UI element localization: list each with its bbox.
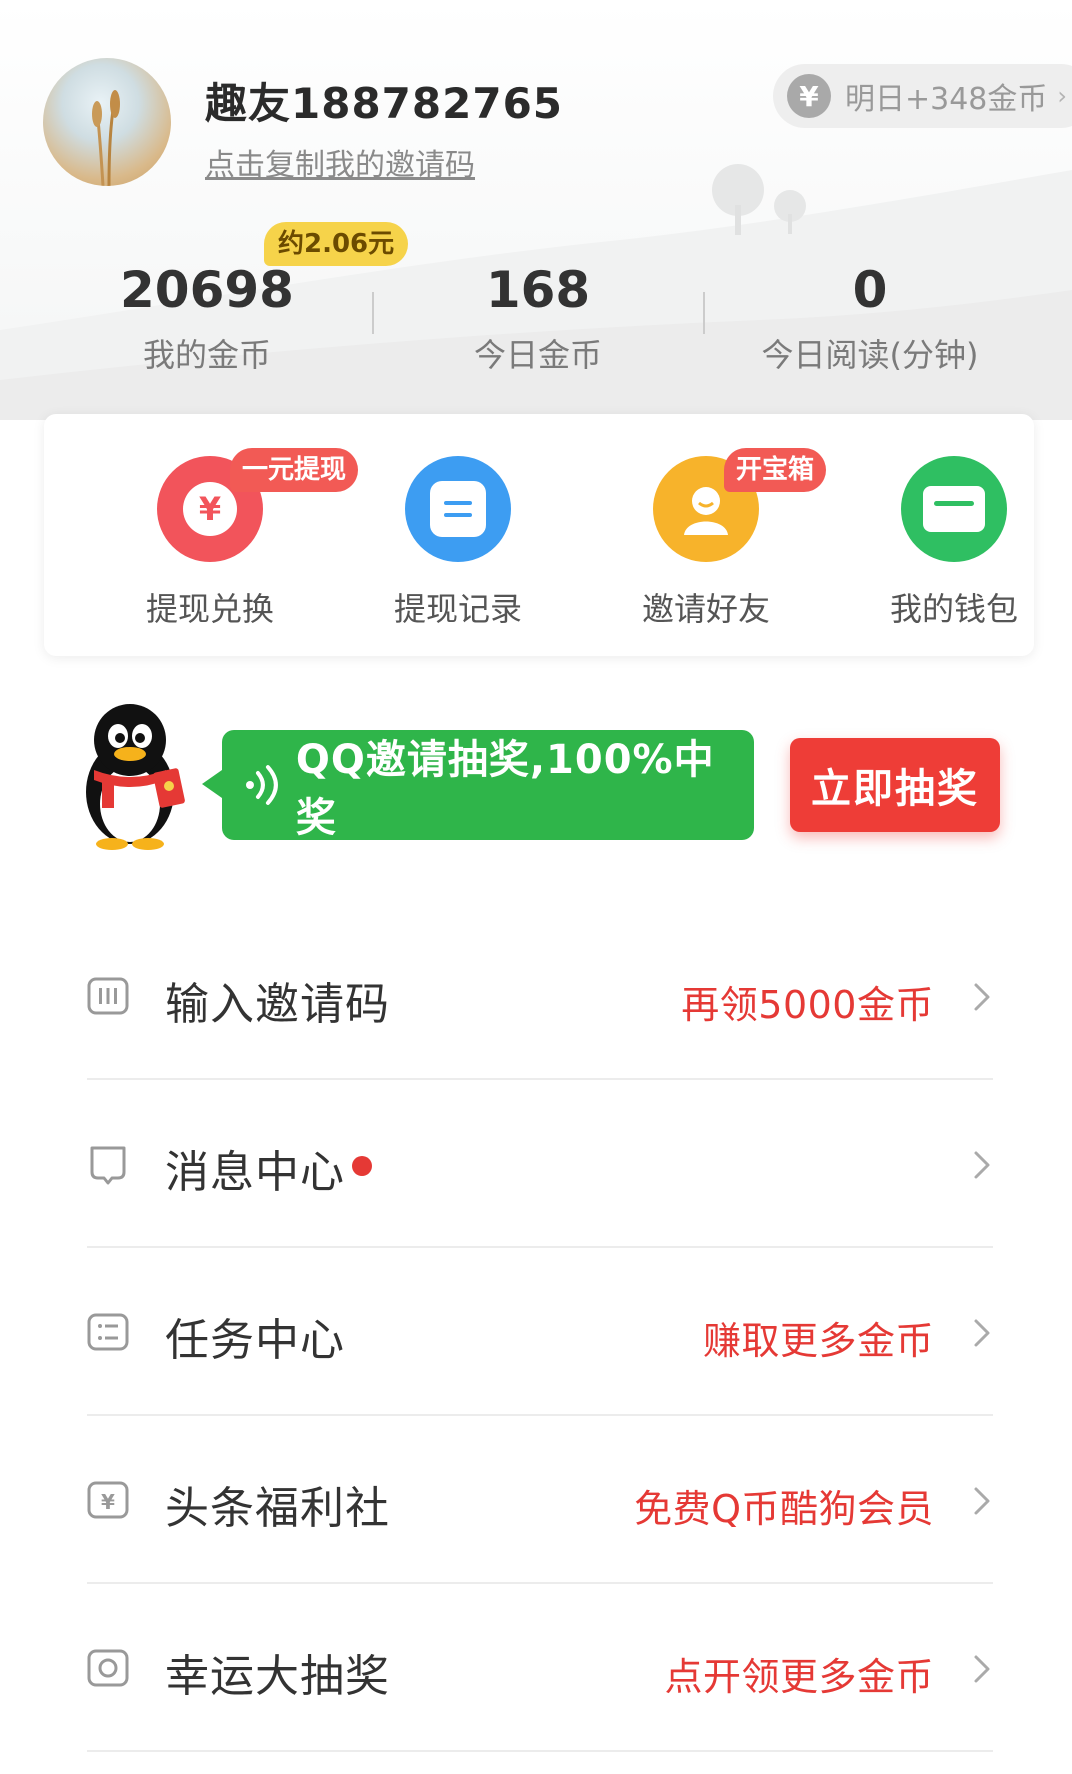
lottery-icon: [87, 1649, 129, 1687]
qq-invite-lottery-banner[interactable]: QQ邀请抽奖,100%中奖 立即抽奖: [0, 700, 1072, 860]
action-label: 邀请好友: [641, 590, 770, 628]
wallet-icon: [901, 456, 1007, 562]
avatar[interactable]: [43, 58, 171, 186]
stat-divider: [703, 292, 705, 334]
sound-wave-icon: [245, 765, 278, 805]
menu-item-label: 头条福利社: [165, 1483, 390, 1534]
menu-item-promo: 赚取更多金币: [702, 1319, 934, 1363]
yen-icon: ¥: [183, 482, 237, 536]
qq-penguin-icon: [86, 704, 185, 850]
today-reading-stat[interactable]: 0 今日阅读(分钟): [720, 260, 1020, 376]
withdraw-record-button[interactable]: 提现记录: [358, 456, 558, 630]
stat-divider: [372, 292, 374, 334]
message-icon: [90, 1146, 126, 1185]
my-wallet-button[interactable]: 我的钱包: [854, 456, 1054, 630]
menu-divider: [87, 1750, 993, 1752]
invite-friends-button[interactable]: 开宝箱 邀请好友: [606, 448, 827, 630]
today-coins-label: 今日金币: [473, 336, 602, 374]
chevron-right-icon: [974, 983, 990, 1011]
menu-item-label: 输入邀请码: [165, 979, 390, 1030]
tomorrow-reward-pill[interactable]: ¥ 明日+348金币 ›: [773, 64, 1072, 128]
yen-icon: ¥: [87, 1481, 129, 1519]
unread-dot: [352, 1156, 372, 1176]
record-icon: [405, 456, 511, 562]
chevron-right-icon: [974, 1319, 990, 1347]
today-coins-value: 168: [485, 261, 591, 319]
menu-item-label: 消息中心: [165, 1147, 345, 1198]
action-label: 提现记录: [393, 590, 522, 628]
withdraw-badge: 一元提现: [230, 448, 359, 492]
username: 趣友188782765: [205, 79, 564, 128]
svg-text:¥: ¥: [101, 1490, 115, 1514]
task-list-icon: [87, 1313, 129, 1351]
chevron-right-icon: [974, 1655, 990, 1683]
qq-invite-text: QQ邀请抽奖,100%中奖: [295, 737, 715, 841]
chevron-right-icon: [974, 1151, 990, 1179]
yen-icon: ¥: [787, 74, 831, 118]
today-reading-label: 今日阅读(分钟): [761, 336, 979, 374]
menu-item-message-center[interactable]: 消息中心: [0, 1080, 1072, 1248]
today-reading-value: 0: [852, 261, 888, 319]
tomorrow-reward-text: 明日+348金币: [845, 82, 1048, 117]
quick-actions-card: ¥ 一元提现 提现兑换 提现记录 开宝箱 邀请好友 我的钱包: [44, 414, 1034, 656]
menu-item-promo: 点开领更多金币: [664, 1655, 934, 1699]
profile-header: 趣友188782765 点击复制我的邀请码 ¥ 明日+348金币 › 约2.06…: [0, 0, 1072, 420]
copy-invite-code-link[interactable]: 点击复制我的邀请码: [205, 140, 475, 184]
invite-code-icon: [87, 977, 129, 1015]
treasure-box-badge: 开宝箱: [724, 448, 827, 492]
chevron-right-icon: [974, 1487, 990, 1515]
menu-item-welfare-club[interactable]: ¥ 头条福利社 免费Q币酷狗会员: [0, 1416, 1072, 1584]
menu-item-label: 幸运大抽奖: [165, 1651, 390, 1702]
menu-item-lucky-draw[interactable]: 幸运大抽奖 点开领更多金币: [0, 1584, 1072, 1752]
my-coins-label: 我的金币: [142, 336, 271, 374]
menu-item-invite-code[interactable]: 输入邀请码 再领5000金币: [0, 912, 1072, 1080]
withdraw-exchange-button[interactable]: ¥ 一元提现 提现兑换: [110, 448, 359, 630]
menu-item-promo: 免费Q币酷狗会员: [634, 1487, 934, 1531]
my-coins-stat[interactable]: 20698 我的金币: [57, 260, 357, 376]
draw-now-button[interactable]: 立即抽奖: [790, 738, 1000, 832]
qq-invite-message[interactable]: QQ邀请抽奖,100%中奖: [202, 730, 754, 841]
chevron-right-icon: ›: [1057, 82, 1068, 110]
action-label: 提现兑换: [145, 590, 274, 628]
today-coins-stat[interactable]: 168 今日金币: [388, 260, 688, 376]
menu-item-promo: 再领5000金币: [681, 983, 934, 1027]
menu-item-label: 任务中心: [165, 1315, 345, 1366]
menu-item-task-center[interactable]: 任务中心 赚取更多金币: [0, 1248, 1072, 1416]
my-coins-value: 20698: [120, 261, 294, 319]
action-label: 我的钱包: [889, 590, 1018, 628]
